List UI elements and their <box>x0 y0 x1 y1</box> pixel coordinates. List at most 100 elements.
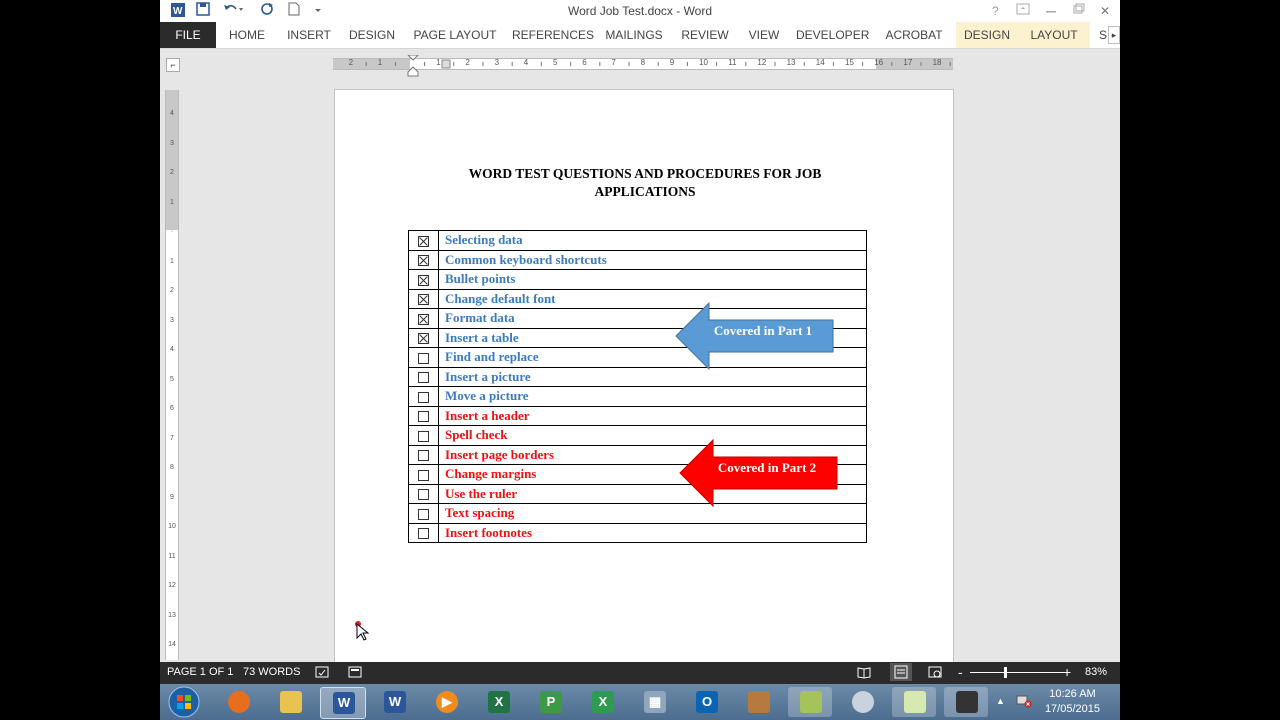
unchecked-box-icon[interactable] <box>418 450 429 462</box>
checked-box-icon[interactable] <box>418 333 429 345</box>
ruler-number: 9 <box>669 58 675 67</box>
table-row: Bullet points <box>408 269 867 290</box>
tab-file[interactable]: FILE <box>160 22 216 48</box>
show-hidden-icons[interactable]: ▲ <box>996 696 1005 706</box>
tab-design[interactable]: DESIGN <box>346 22 398 48</box>
column-marker-icon[interactable] <box>441 59 451 69</box>
tab-insert[interactable]: INSERT <box>284 22 334 48</box>
web-layout-icon[interactable] <box>928 665 942 682</box>
checked-box-icon[interactable] <box>418 235 429 247</box>
tab-acrobat[interactable]: ACROBAT <box>880 22 948 48</box>
taskbar-notes[interactable] <box>788 687 832 717</box>
ruler-number: 2 <box>465 58 470 67</box>
vruler-number: 3 <box>170 316 174 324</box>
zoom-slider[interactable] <box>970 672 1068 673</box>
recorder-icon <box>956 691 978 713</box>
unchecked-box-icon[interactable] <box>418 469 429 481</box>
macro-recording-icon[interactable] <box>348 665 362 682</box>
tab-view[interactable]: VIEW <box>744 22 784 48</box>
taskbar-calculator[interactable]: ▦ <box>632 687 676 717</box>
indent-marker-icon[interactable] <box>406 55 420 77</box>
tab-developer[interactable]: DEVELOPER <box>796 22 869 48</box>
clock[interactable]: 10:26 AM 17/05/2015 <box>1045 687 1100 717</box>
checked-box-icon[interactable] <box>418 255 429 267</box>
vruler-number: 2 <box>170 287 174 294</box>
unchecked-box-icon[interactable] <box>418 352 429 364</box>
unchecked-box-icon[interactable] <box>418 372 429 384</box>
checkbox-cell <box>408 230 439 251</box>
taskbar-media-player[interactable]: ▶ <box>424 687 468 717</box>
zoom-level[interactable]: 83% <box>1085 666 1107 678</box>
taskbar-pictures[interactable] <box>892 687 936 717</box>
unchecked-box-icon[interactable] <box>418 411 429 423</box>
minimize-icon[interactable] <box>1044 2 1058 20</box>
ruler-number: 6 <box>582 58 587 67</box>
vruler-number: 4 <box>170 346 174 353</box>
taskbar-app[interactable] <box>736 687 780 717</box>
vruler-number: 4 <box>170 110 174 117</box>
checkbox-cell <box>408 347 439 368</box>
zoom-slider-thumb[interactable] <box>1004 667 1007 678</box>
tab-selector-icon[interactable]: ⌐ <box>166 58 180 72</box>
taskbar-explorer[interactable] <box>268 687 312 717</box>
taskbar-word-active[interactable]: W <box>320 687 366 719</box>
unchecked-box-icon[interactable] <box>418 508 429 520</box>
windows-taskbar: W W ▶ X P X ▦ O ▲ 10:26 AM 17/05/2015 <box>160 684 1120 720</box>
zoom-out-button[interactable]: - <box>958 664 963 680</box>
taskbar-outlook[interactable]: O <box>684 687 728 717</box>
taskbar-excel-2[interactable]: X <box>580 687 624 717</box>
ruler-number: 7 <box>611 58 616 67</box>
checked-box-icon[interactable] <box>418 313 429 325</box>
checklist-item-label: Insert a header <box>438 405 867 426</box>
vruler-number: · <box>170 228 174 235</box>
vertical-ruler[interactable]: 4 3 2 1 · 1 2 3 4 5 6 7 8 9 10 11 12 13 14 <box>165 90 179 660</box>
unchecked-box-icon[interactable] <box>418 528 429 540</box>
ruler-number: 3 <box>494 58 500 67</box>
tab-table-layout[interactable]: LAYOUT <box>1018 22 1090 48</box>
checked-box-icon[interactable] <box>418 274 429 286</box>
unchecked-box-icon[interactable] <box>418 430 429 442</box>
help-button[interactable]: ? <box>992 2 999 20</box>
proofing-icon[interactable] <box>315 665 329 682</box>
taskbar-excel[interactable]: X <box>476 687 520 717</box>
vruler-number: 1 <box>170 257 174 265</box>
tab-table-design[interactable]: DESIGN <box>956 22 1018 48</box>
read-mode-icon[interactable] <box>857 665 871 682</box>
print-layout-icon[interactable] <box>890 663 912 681</box>
taskbar-snipping[interactable] <box>840 687 884 717</box>
ruler-number: 8 <box>640 58 646 67</box>
taskbar-firefox[interactable] <box>216 687 260 717</box>
close-button[interactable]: ✕ <box>1100 2 1110 20</box>
tab-home[interactable]: HOME <box>222 22 272 48</box>
word-window: W Word Job Test.docx - Word ? ✕ FILE HOM… <box>160 0 1120 720</box>
checked-box-icon[interactable] <box>418 294 429 306</box>
heading-line-1: WORD TEST QUESTIONS AND PROCEDURES FOR J… <box>468 166 822 181</box>
tab-review[interactable]: REVIEW <box>678 22 732 48</box>
taskbar-recorder[interactable] <box>944 687 988 717</box>
tab-mailings[interactable]: MAILINGS <box>602 22 666 48</box>
ribbon-display-options-icon[interactable] <box>1016 2 1030 20</box>
word-count[interactable]: 73 WORDS <box>243 666 300 678</box>
tab-references[interactable]: REFERENCES <box>512 22 594 48</box>
vruler-number: 13 <box>168 611 176 619</box>
zoom-in-button[interactable]: + <box>1063 664 1071 680</box>
restore-icon[interactable] <box>1072 2 1086 20</box>
unchecked-box-icon[interactable] <box>418 391 429 403</box>
vruler-number: 1 <box>170 198 174 206</box>
publisher-icon: P <box>540 691 562 713</box>
start-button[interactable] <box>162 686 206 718</box>
horizontal-ruler[interactable]: 2 1 1 2 3 4 5 6 7 8 9 10 11 12 13 14 15 16 17 18 <box>333 55 953 77</box>
unchecked-box-icon[interactable] <box>418 489 429 501</box>
checkbox-cell <box>408 366 439 387</box>
vruler-number: 11 <box>168 552 176 560</box>
page-count[interactable]: PAGE 1 OF 1 <box>167 666 233 678</box>
taskbar-publisher[interactable]: P <box>528 687 572 717</box>
document-page[interactable]: WORD TEST QUESTIONS AND PROCEDURES FOR J… <box>334 89 954 691</box>
tab-page-layout[interactable]: PAGE LAYOUT <box>412 22 498 48</box>
taskbar-word[interactable]: W <box>372 687 416 717</box>
ribbon-scroll-right-icon[interactable]: ▸ <box>1108 26 1120 44</box>
network-icon[interactable] <box>1016 694 1032 713</box>
table-row: Common keyboard shortcuts <box>408 249 867 270</box>
tab-overflow[interactable]: S <box>1098 22 1108 48</box>
ruler-number: 11 <box>728 58 737 67</box>
